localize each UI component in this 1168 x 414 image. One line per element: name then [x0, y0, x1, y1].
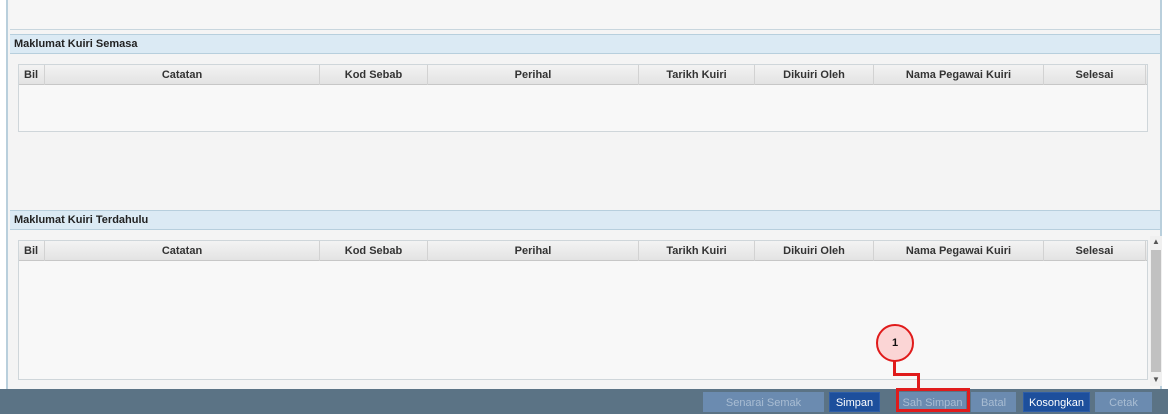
scroll-up-icon[interactable]: ▲: [1150, 236, 1162, 248]
callout-connector: [893, 373, 919, 376]
step-callout: 1: [876, 324, 914, 362]
main-panel: Maklumat Kuiri Semasa Bil Catatan Kod Se…: [6, 0, 1162, 414]
current-query-header: Maklumat Kuiri Semasa: [10, 34, 1160, 54]
action-toolbar: Senarai Semak Simpan Sah Simpan Batal Ko…: [0, 389, 1168, 414]
col-tarikh-kuiri[interactable]: Tarikh Kuiri: [639, 241, 755, 261]
simpan-button[interactable]: Simpan: [829, 392, 880, 412]
col-selesai[interactable]: Selesai: [1044, 241, 1146, 261]
previous-query-header: Maklumat Kuiri Terdahulu: [10, 210, 1160, 230]
previous-query-grid-header: Bil Catatan Kod Sebab Perihal Tarikh Kui…: [19, 241, 1147, 261]
col-dikuiri-oleh[interactable]: Dikuiri Oleh: [755, 65, 874, 85]
scroll-down-icon[interactable]: ▼: [1150, 374, 1162, 386]
col-tarikh-kuiri[interactable]: Tarikh Kuiri: [639, 65, 755, 85]
top-form-area: [10, 0, 1160, 30]
sah-simpan-highlight: [896, 388, 970, 412]
previous-query-grid: Bil Catatan Kod Sebab Perihal Tarikh Kui…: [18, 240, 1148, 380]
col-catatan[interactable]: Catatan: [45, 65, 320, 85]
current-query-grid: Bil Catatan Kod Sebab Perihal Tarikh Kui…: [18, 64, 1148, 132]
batal-button[interactable]: Batal: [971, 392, 1016, 412]
scroll-thumb[interactable]: [1151, 250, 1161, 372]
col-catatan[interactable]: Catatan: [45, 241, 320, 261]
callout-connector: [917, 373, 920, 389]
col-selesai[interactable]: Selesai: [1044, 65, 1146, 85]
col-nama-pegawai-kuiri[interactable]: Nama Pegawai Kuiri: [874, 241, 1044, 261]
col-kod-sebab[interactable]: Kod Sebab: [320, 65, 428, 85]
col-bil[interactable]: Bil: [19, 65, 45, 85]
col-perihal[interactable]: Perihal: [428, 65, 639, 85]
col-kod-sebab[interactable]: Kod Sebab: [320, 241, 428, 261]
senarai-semak-button[interactable]: Senarai Semak: [703, 392, 824, 412]
kosongkan-button[interactable]: Kosongkan: [1023, 392, 1090, 412]
col-nama-pegawai-kuiri[interactable]: Nama Pegawai Kuiri: [874, 65, 1044, 85]
current-query-grid-header: Bil Catatan Kod Sebab Perihal Tarikh Kui…: [19, 65, 1147, 85]
vertical-scrollbar[interactable]: ▲ ▼: [1150, 236, 1162, 386]
col-perihal[interactable]: Perihal: [428, 241, 639, 261]
col-bil[interactable]: Bil: [19, 241, 45, 261]
col-dikuiri-oleh[interactable]: Dikuiri Oleh: [755, 241, 874, 261]
cetak-button[interactable]: Cetak: [1095, 392, 1152, 412]
